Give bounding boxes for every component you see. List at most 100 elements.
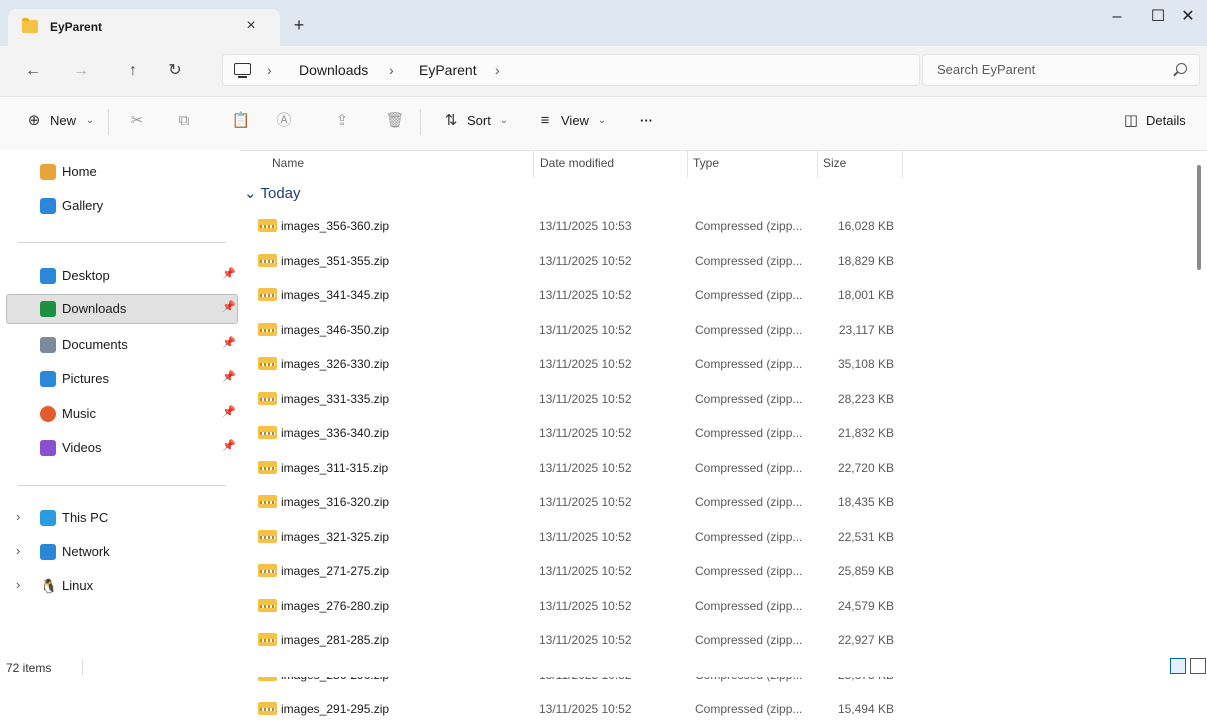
pin-icon[interactable]: 📌 <box>222 370 236 383</box>
forward-button[interactable]: → <box>66 56 96 86</box>
breadcrumb-separator: › <box>389 62 394 78</box>
sidebar-item-desktop[interactable]: Desktop 📌 <box>6 261 238 291</box>
minimize-button[interactable]: – <box>1097 2 1137 32</box>
sidebar-item-downloads[interactable]: Downloads 📌 <box>6 294 238 324</box>
close-tab-button[interactable]: × <box>240 15 262 37</box>
sidebar-divider <box>18 485 226 486</box>
group-header-today[interactable]: ⌄ Today <box>244 184 301 202</box>
chevron-down-icon: ⌄ <box>85 115 95 126</box>
sidebar-item-videos[interactable]: Videos 📌 <box>6 433 238 463</box>
pin-icon[interactable]: 📌 <box>222 336 236 349</box>
pin-icon[interactable]: 📌 <box>222 300 236 313</box>
file-date-modified: 13/11/2025 10:52 <box>539 426 632 440</box>
sidebar-item-label: Pictures <box>62 371 109 386</box>
back-button[interactable]: ← <box>18 56 48 86</box>
sidebar-item-label: Gallery <box>62 198 104 213</box>
column-header-date-modified[interactable]: Date modified <box>540 150 688 178</box>
copy-icon[interactable]: ⧉ <box>174 111 194 131</box>
column-header-label: Type <box>693 156 720 170</box>
videos-icon <box>40 440 56 456</box>
search-input[interactable]: Search EyParent <box>922 54 1200 86</box>
close-window-button[interactable]: ✕ <box>1168 2 1207 32</box>
zip-folder-icon <box>258 253 277 267</box>
desktop-icon <box>40 268 56 284</box>
plus-circle-icon: ⊕ <box>27 112 41 129</box>
file-name: images_356-360.zip <box>281 219 390 233</box>
toolbar-divider <box>108 109 109 135</box>
file-type: Compressed (zipp... <box>695 288 803 302</box>
sidebar-item-documents[interactable]: Documents 📌 <box>6 330 238 360</box>
sidebar-item-pictures[interactable]: Pictures 📌 <box>6 364 238 394</box>
sort-button[interactable]: Sort <box>467 113 491 128</box>
table-row[interactable]: images_276-280.zip 13/11/2025 10:52 Compre… <box>258 589 908 623</box>
sidebar-item-label: Music <box>62 406 96 421</box>
sidebar-item-linux[interactable]: › 🐧 Linux <box>6 571 238 601</box>
more-options-button[interactable]: ··· <box>640 113 653 128</box>
pin-icon[interactable]: 📌 <box>222 405 236 418</box>
new-tab-button[interactable]: + <box>288 14 310 36</box>
chevron-right-icon[interactable]: › <box>16 577 20 592</box>
sidebar-item-music[interactable]: Music 📌 <box>6 399 238 429</box>
up-button[interactable]: ↑ <box>118 56 148 86</box>
cut-icon[interactable]: ✂ <box>127 111 147 131</box>
music-icon <box>40 406 56 422</box>
table-row[interactable]: images_291-295.zip 13/11/2025 10:52 Compre… <box>258 692 908 726</box>
file-type: Compressed (zipp... <box>695 564 803 578</box>
group-label: Today <box>260 185 301 202</box>
breadcrumb-separator: › <box>495 62 500 78</box>
table-row[interactable]: images_316-320.zip 13/11/2025 10:52 Compre… <box>258 485 908 519</box>
column-header-size[interactable]: Size <box>823 150 903 178</box>
rename-icon[interactable]: Ⓐ <box>274 111 294 131</box>
table-row[interactable]: images_331-335.zip 13/11/2025 10:52 Compre… <box>258 382 908 416</box>
table-row[interactable]: images_346-350.zip 13/11/2025 10:52 Compre… <box>258 313 908 347</box>
table-row[interactable]: images_326-330.zip 13/11/2025 10:52 Compre… <box>258 347 908 381</box>
column-header-name[interactable]: Name <box>272 150 534 178</box>
paste-icon[interactable]: 📋 <box>231 111 251 131</box>
breadcrumb-eyparent[interactable]: EyParent <box>419 62 477 78</box>
table-row[interactable]: images_351-355.zip 13/11/2025 10:52 Compre… <box>258 244 908 278</box>
sidebar-item-label: Videos <box>62 440 102 455</box>
refresh-button[interactable]: ↻ <box>160 56 190 86</box>
new-button[interactable]: New <box>50 113 76 128</box>
zip-folder-icon <box>258 495 277 508</box>
column-header-label: Size <box>823 156 847 170</box>
address-bar[interactable]: › Downloads › EyParent › <box>222 54 920 86</box>
chevron-right-icon[interactable]: › <box>16 509 20 524</box>
details-button[interactable]: Details <box>1146 113 1186 128</box>
table-row[interactable]: images_311-315.zip 13/11/2025 10:52 Compre… <box>258 451 908 485</box>
table-row[interactable]: images_341-345.zip 13/11/2025 10:52 Compre… <box>258 278 908 312</box>
chevron-right-icon[interactable]: › <box>16 543 20 558</box>
table-row[interactable]: images_356-360.zip 13/11/2025 10:53 Compre… <box>258 209 908 243</box>
gallery-icon <box>40 198 56 214</box>
tab-title: EyParent <box>50 20 103 34</box>
file-date-modified: 13/11/2025 10:52 <box>539 460 632 475</box>
chevron-down-icon: ⌄ <box>597 115 607 126</box>
column-header-type[interactable]: Type <box>693 150 818 178</box>
pin-icon[interactable]: 📌 <box>222 267 236 280</box>
pin-icon[interactable]: 📌 <box>222 439 236 452</box>
toolbar-divider <box>420 109 421 135</box>
table-row[interactable]: images_271-275.zip 13/11/2025 10:52 Compre… <box>258 554 908 588</box>
tab-eyparent[interactable]: EyParent × <box>8 9 280 46</box>
sidebar-item-gallery[interactable]: Gallery <box>6 191 238 221</box>
file-date-modified: 13/11/2025 10:52 <box>539 633 632 647</box>
zip-folder-icon <box>258 357 277 370</box>
delete-icon[interactable]: 🗑 <box>385 111 405 131</box>
details-view-icon[interactable] <box>1170 658 1186 674</box>
sidebar-item-network[interactable]: › Network <box>6 537 238 567</box>
share-icon[interactable]: ⇪ <box>332 111 352 131</box>
file-size: 28,223 KB <box>837 391 894 406</box>
this-pc-icon <box>40 510 56 526</box>
vertical-scrollbar[interactable] <box>1197 165 1201 270</box>
breadcrumb-downloads[interactable]: Downloads <box>299 62 368 78</box>
view-button[interactable]: View <box>561 113 589 128</box>
tiles-view-icon[interactable] <box>1190 658 1206 674</box>
sidebar-item-home[interactable]: Home <box>6 157 238 187</box>
table-row[interactable]: images_281-285.zip 13/11/2025 10:52 Compre… <box>258 623 908 657</box>
column-header-label: Date modified <box>540 156 615 170</box>
navigation-pane: Home Gallery Desktop 📌 Downloads 📌 Docum… <box>0 150 240 650</box>
table-row[interactable]: images_321-325.zip 13/11/2025 10:52 Compre… <box>258 520 908 554</box>
pictures-icon <box>40 371 56 387</box>
table-row[interactable]: images_336-340.zip 13/11/2025 10:52 Compre… <box>258 416 908 450</box>
sidebar-item-this-pc[interactable]: › This PC <box>6 503 238 533</box>
